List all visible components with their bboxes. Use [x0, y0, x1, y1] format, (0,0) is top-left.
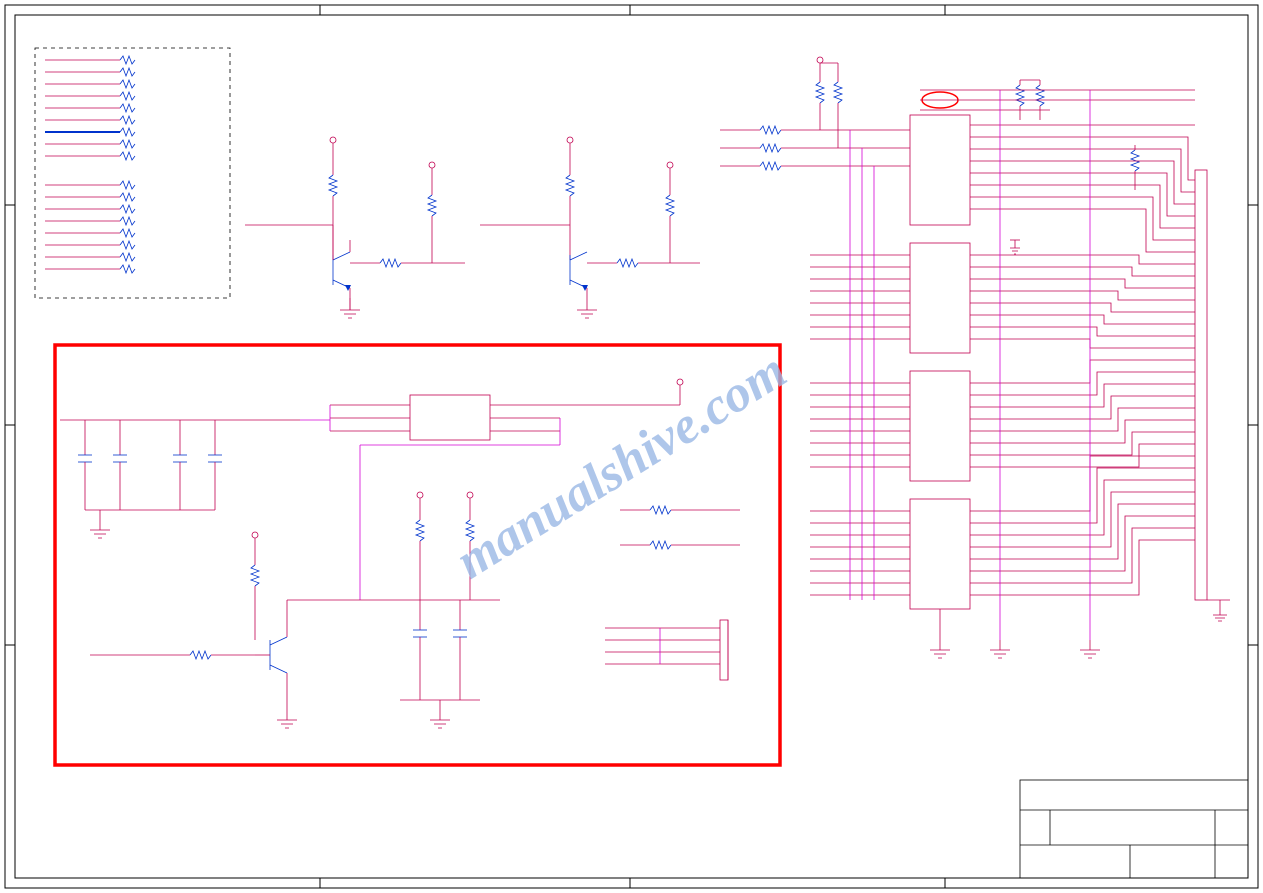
- transistor-circuit-2: [480, 137, 700, 318]
- connector-section: [720, 57, 1230, 658]
- watermark-text: manualshive.com: [446, 342, 796, 590]
- title-block: [1020, 780, 1248, 878]
- schematic-diagram: manualshive.com: [0, 0, 1263, 893]
- ic-block-4: [910, 499, 970, 609]
- regulator-ic: [410, 395, 490, 440]
- ic-block-1: [910, 115, 970, 225]
- main-connector: [1195, 170, 1207, 600]
- transistor-circuit-1: [245, 137, 465, 318]
- ic-block-2: [910, 243, 970, 353]
- ic-block-3: [910, 371, 970, 481]
- connector-small: [720, 620, 728, 680]
- bus-legend: [45, 56, 135, 273]
